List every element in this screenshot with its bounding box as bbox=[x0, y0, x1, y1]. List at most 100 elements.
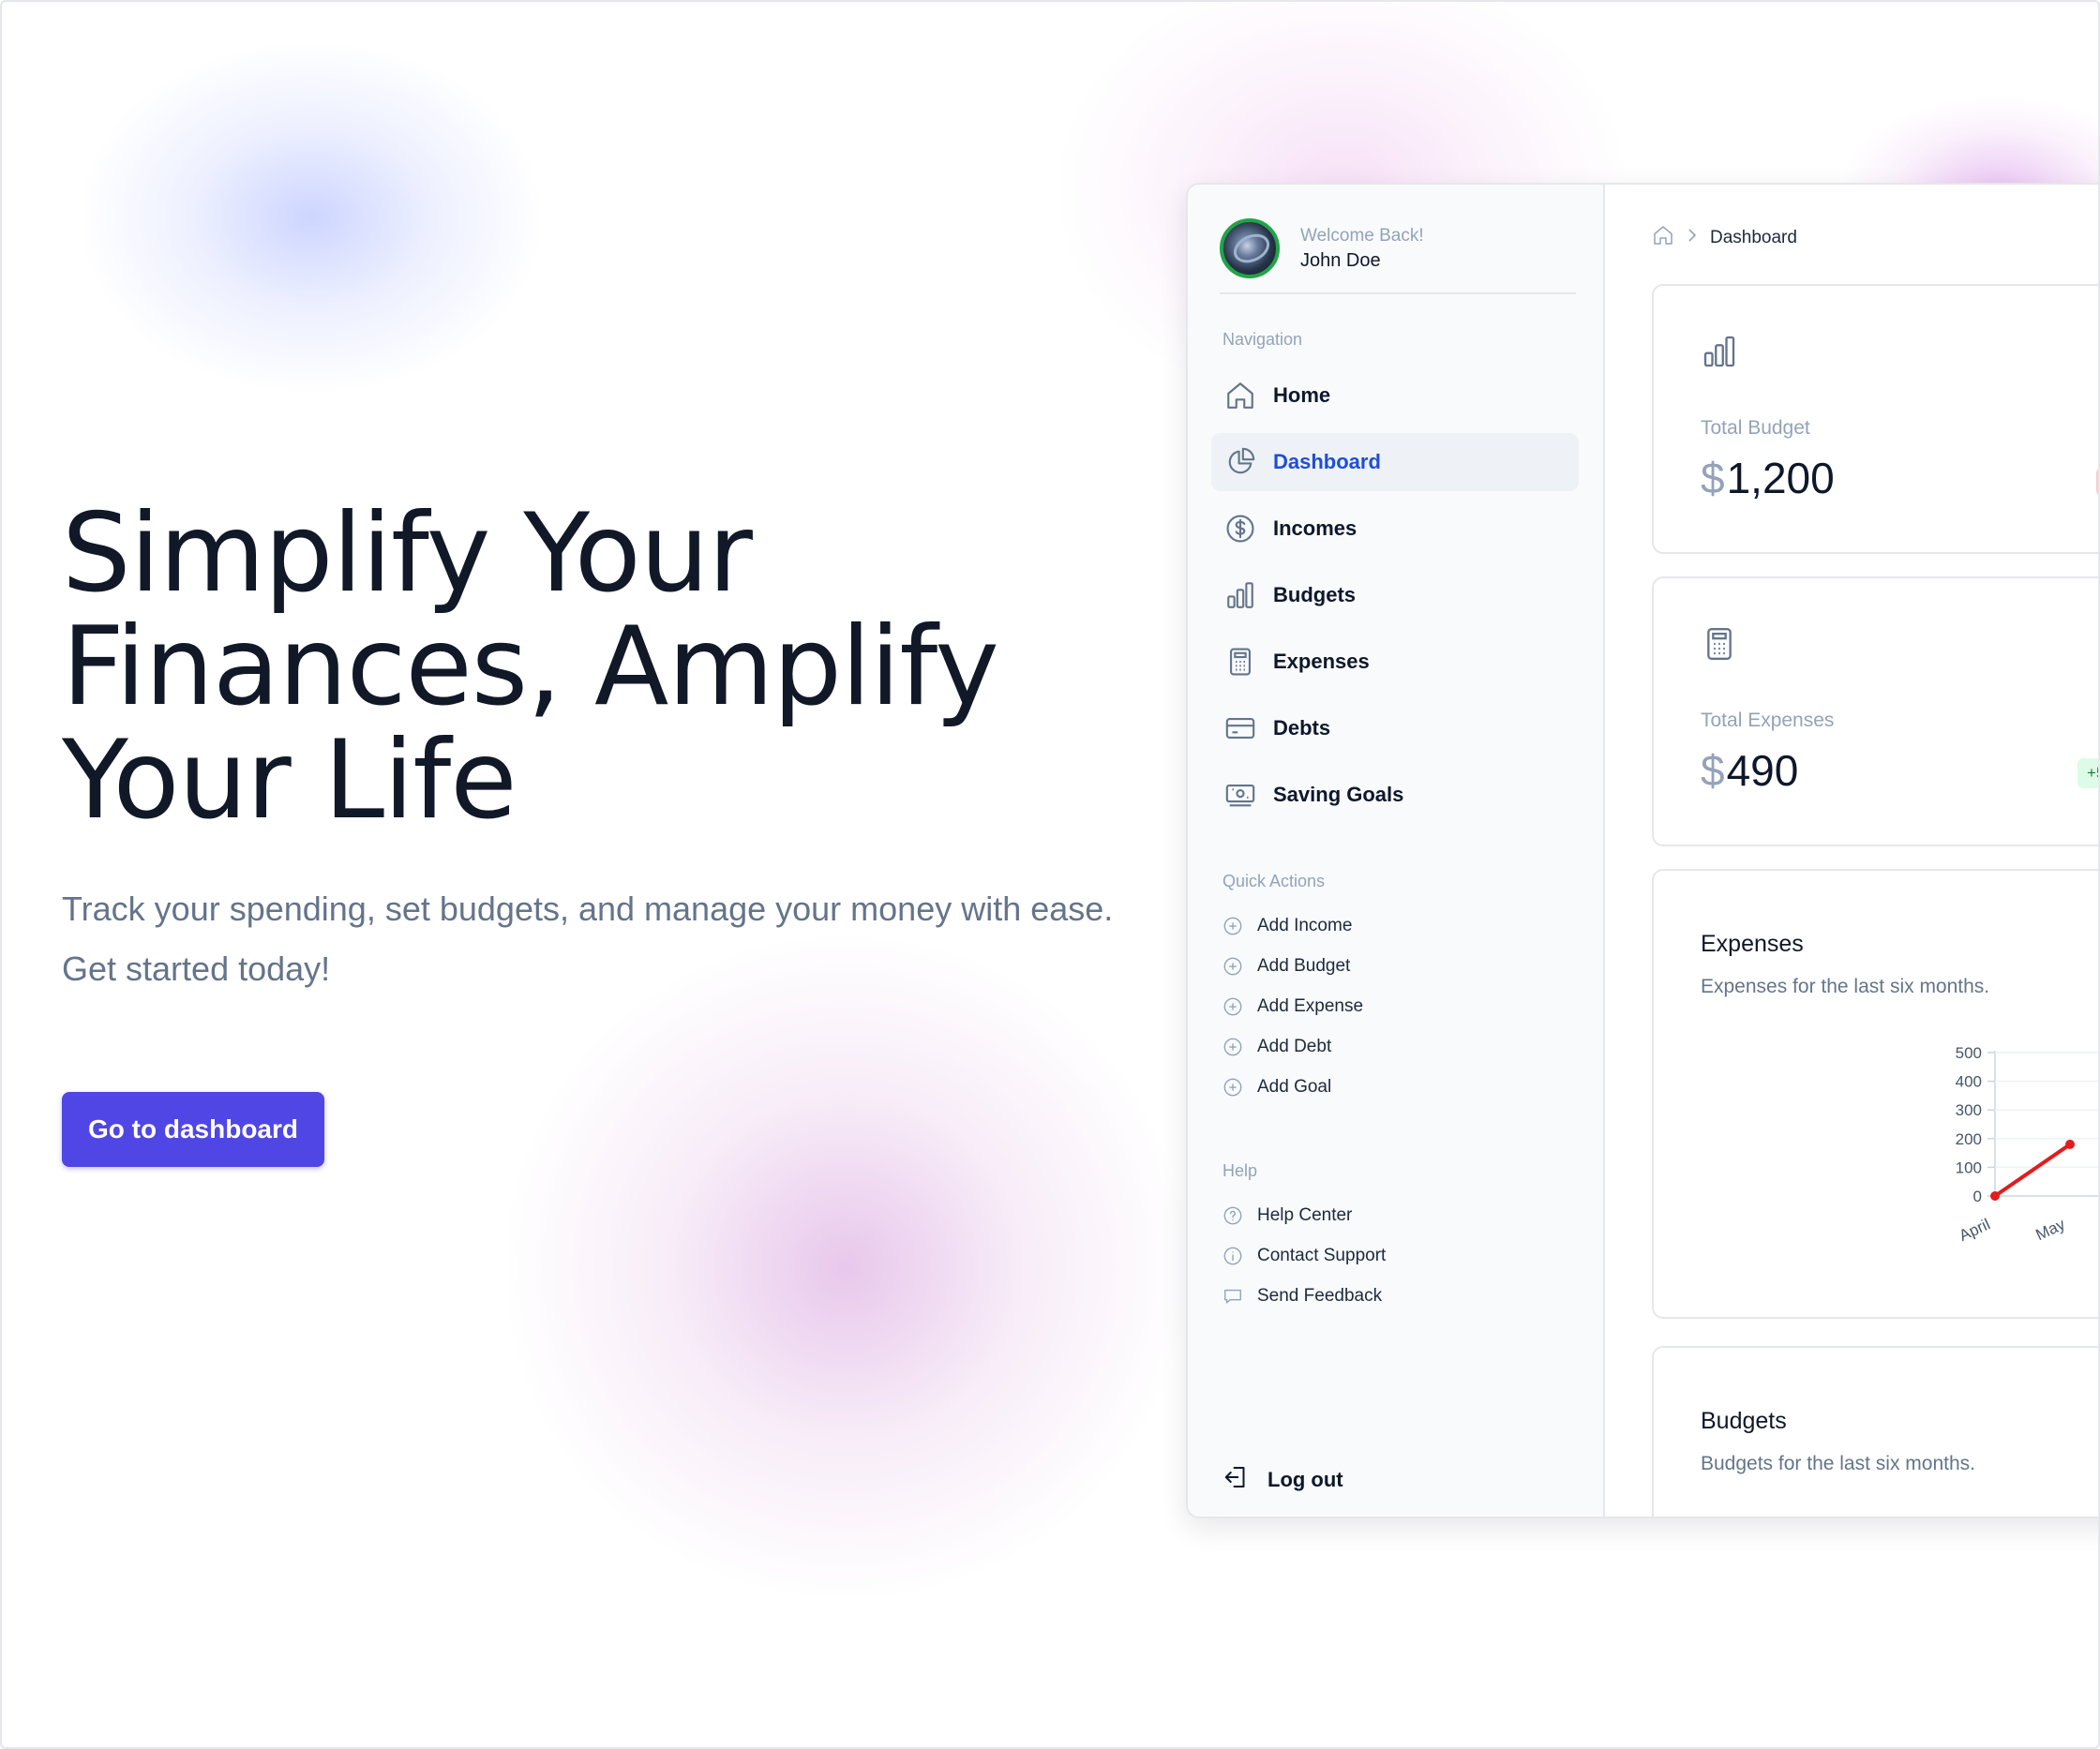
total-expenses-value: $ 490 bbox=[1701, 745, 1798, 796]
quick-action-add-income[interactable]: Add Income bbox=[1222, 912, 1352, 940]
dollar-circle-icon bbox=[1223, 512, 1257, 546]
total-expenses-label: Total Expenses bbox=[1701, 710, 1835, 731]
sidebar-item-label: Saving Goals bbox=[1273, 783, 1404, 806]
plus-circle-icon bbox=[1222, 916, 1243, 936]
total-budget-value: $ 1,200 bbox=[1701, 453, 1835, 503]
welcome-text: Welcome Back! bbox=[1300, 226, 1424, 246]
chevron-right-icon bbox=[1686, 227, 1699, 248]
currency-symbol: $ bbox=[1701, 746, 1725, 795]
background-glow-blue bbox=[77, 39, 546, 396]
main-content: Dashboard Total Budget $ 1,200 Total Exp… bbox=[1607, 185, 2098, 1517]
quick-action-add-goal[interactable]: Add Goal bbox=[1222, 1073, 1331, 1101]
data-point bbox=[1990, 1191, 2000, 1201]
logout-label: Log out bbox=[1268, 1467, 1343, 1491]
budgets-card-description: Budgets for the last six months. bbox=[1701, 1453, 1975, 1474]
expenses-chart-card: Expenses Expenses for the last six month… bbox=[1652, 869, 2098, 1319]
background-glow-pink-bottom bbox=[489, 920, 1202, 1614]
user-name: John Doe bbox=[1300, 250, 1381, 271]
y-tick-label: 200 bbox=[1956, 1130, 1982, 1148]
y-tick-label: 0 bbox=[1973, 1188, 1982, 1205]
budgets-card-title: Budgets bbox=[1701, 1408, 1787, 1434]
y-tick-label: 100 bbox=[1956, 1159, 1982, 1176]
banknote-icon bbox=[1223, 778, 1257, 812]
y-tick-label: 300 bbox=[1956, 1101, 1982, 1119]
calculator-icon bbox=[1701, 625, 1738, 667]
logout-button[interactable]: Log out bbox=[1222, 1463, 1343, 1496]
x-tick-label: April bbox=[1957, 1215, 1993, 1245]
hero-subtitle: Track your spending, set budgets, and ma… bbox=[62, 889, 1114, 988]
quick-action-label: Add Income bbox=[1257, 916, 1353, 935]
y-tick-label: 500 bbox=[1956, 1044, 1982, 1062]
sidebar-item-home[interactable]: Home bbox=[1211, 366, 1579, 425]
sidebar-item-label: Home bbox=[1273, 383, 1331, 407]
info-circle-icon bbox=[1222, 1246, 1243, 1266]
sidebar-item-dashboard[interactable]: Dashboard bbox=[1211, 433, 1579, 491]
help-item-help-center[interactable]: Help Center bbox=[1222, 1202, 1352, 1230]
quick-action-add-budget[interactable]: Add Budget bbox=[1222, 952, 1350, 980]
sidebar-item-incomes[interactable]: Incomes bbox=[1211, 500, 1579, 558]
sidebar-item-expenses[interactable]: Expenses bbox=[1211, 633, 1579, 691]
expenses-line-chart: 0 100 200 300 400 500 April May bbox=[1956, 1044, 2098, 1245]
expenses-card-title: Expenses bbox=[1701, 931, 1804, 957]
series-line bbox=[1993, 1143, 2072, 1198]
budgets-chart-card: Budgets Budgets for the last six months. bbox=[1652, 1346, 2098, 1517]
breadcrumb: Dashboard bbox=[1652, 224, 1797, 251]
bar-chart-icon bbox=[1701, 333, 1738, 375]
data-point bbox=[2065, 1139, 2075, 1149]
quick-action-label: Add Debt bbox=[1257, 1037, 1332, 1056]
quick-action-add-expense[interactable]: Add Expense bbox=[1222, 993, 1363, 1021]
user-profile[interactable]: Welcome Back! John Doe bbox=[1220, 218, 1424, 278]
sidebar-item-label: Budgets bbox=[1273, 583, 1356, 606]
sidebar: Welcome Back! John Doe Navigation Home D… bbox=[1188, 185, 1605, 1517]
sidebar-item-label: Expenses bbox=[1273, 650, 1370, 673]
breadcrumb-current: Dashboard bbox=[1710, 227, 1797, 247]
go-to-dashboard-button[interactable]: Go to dashboard bbox=[62, 1092, 324, 1167]
help-heading: Help bbox=[1222, 1161, 1258, 1180]
amount: 1,200 bbox=[1726, 454, 1835, 502]
sidebar-item-label: Dashboard bbox=[1273, 450, 1381, 473]
help-circle-icon bbox=[1222, 1205, 1243, 1226]
sidebar-item-debts[interactable]: Debts bbox=[1211, 699, 1579, 757]
total-budget-label: Total Budget bbox=[1701, 417, 1810, 439]
credit-card-icon bbox=[1223, 711, 1257, 745]
sidebar-item-budgets[interactable]: Budgets bbox=[1211, 566, 1579, 624]
help-item-label: Help Center bbox=[1257, 1205, 1353, 1225]
avatar bbox=[1220, 218, 1280, 278]
navigation-heading: Navigation bbox=[1222, 330, 1303, 349]
plus-circle-icon bbox=[1222, 1077, 1243, 1098]
calculator-icon bbox=[1223, 645, 1257, 679]
sidebar-item-saving-goals[interactable]: Saving Goals bbox=[1211, 766, 1579, 824]
hero-title: Simplify Your Finances, Amplify Your Lif… bbox=[62, 490, 999, 844]
help-item-label: Send Feedback bbox=[1257, 1286, 1383, 1306]
dashboard-preview-window: Welcome Back! John Doe Navigation Home D… bbox=[1186, 183, 2098, 1518]
total-expenses-card: Total Expenses $ 490 +5 bbox=[1652, 576, 2098, 846]
divider bbox=[1220, 292, 1576, 294]
help-item-send-feedback[interactable]: Send Feedback bbox=[1222, 1282, 1382, 1310]
quick-action-label: Add Goal bbox=[1257, 1077, 1332, 1097]
sidebar-item-label: Debts bbox=[1273, 716, 1331, 740]
plus-circle-icon bbox=[1222, 956, 1243, 977]
plus-circle-icon bbox=[1222, 996, 1243, 1017]
sidebar-item-label: Incomes bbox=[1273, 516, 1358, 540]
status-badge: +5 bbox=[2078, 758, 2098, 788]
message-icon bbox=[1222, 1286, 1243, 1307]
quick-action-add-debt[interactable]: Add Debt bbox=[1222, 1033, 1331, 1061]
quick-action-label: Add Budget bbox=[1257, 956, 1351, 976]
pie-chart-icon bbox=[1223, 445, 1257, 479]
y-tick-label: 400 bbox=[1956, 1073, 1982, 1091]
expenses-card-description: Expenses for the last six months. bbox=[1701, 976, 1990, 997]
quick-action-label: Add Expense bbox=[1257, 996, 1364, 1016]
home-icon[interactable] bbox=[1652, 224, 1674, 251]
logout-icon bbox=[1222, 1463, 1251, 1496]
home-icon bbox=[1223, 379, 1257, 412]
bar-chart-icon bbox=[1223, 578, 1257, 612]
status-badge bbox=[2096, 468, 2098, 496]
page-frame: Simplify Your Finances, Amplify Your Lif… bbox=[0, 0, 2100, 1749]
help-item-contact-support[interactable]: Contact Support bbox=[1222, 1242, 1386, 1270]
total-budget-card: Total Budget $ 1,200 bbox=[1652, 284, 2098, 554]
help-item-label: Contact Support bbox=[1257, 1246, 1387, 1265]
currency-symbol: $ bbox=[1701, 454, 1725, 502]
x-tick-label: May bbox=[2033, 1215, 2069, 1244]
plus-circle-icon bbox=[1222, 1037, 1243, 1057]
quick-actions-heading: Quick Actions bbox=[1222, 872, 1326, 890]
